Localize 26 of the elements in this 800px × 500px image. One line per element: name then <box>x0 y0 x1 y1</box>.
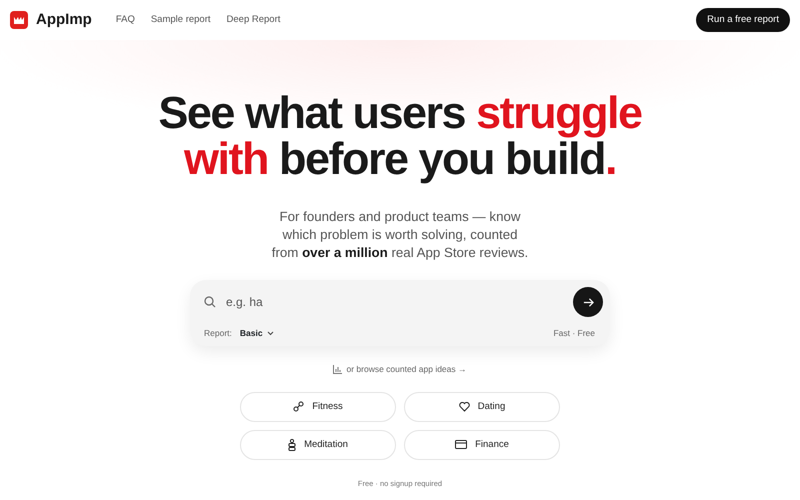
run-report-button[interactable]: Run a free report <box>696 8 790 32</box>
nav-link[interactable]: Sample report <box>150 12 211 28</box>
card-icon <box>455 440 468 450</box>
search-icon <box>204 296 216 308</box>
headline: with before you build. <box>184 136 616 182</box>
brand-name[interactable]: AppImp <box>36 8 92 32</box>
speed-price-note: Fast · Free <box>553 327 595 340</box>
search-field[interactable]: e.g. ha <box>224 292 524 312</box>
chart-icon <box>333 364 342 374</box>
category-chip[interactable]: Finance <box>404 430 560 460</box>
nav-link[interactable]: Deep Report <box>226 12 280 28</box>
browse-link[interactable]: or browse counted app ideas → <box>346 363 467 376</box>
subtitle: For founders and product teams — know which problem is worth solving, counted from over a million real App Store reviews. <box>270 208 530 262</box>
nav-link[interactable]: FAQ <box>116 12 135 28</box>
report-label: Report: <box>204 327 232 340</box>
submit-button[interactable] <box>573 287 603 317</box>
headline: See what users struggle <box>158 90 642 136</box>
logo-icon <box>10 11 28 29</box>
report-dropdown[interactable]: Basic <box>240 327 274 340</box>
figure-icon <box>288 438 296 451</box>
chevron-icon <box>266 331 274 336</box>
category-chip[interactable]: Dating <box>404 392 560 422</box>
category-chip[interactable]: Fitness <box>240 392 396 422</box>
category-chip[interactable]: Meditation <box>240 430 396 460</box>
heart-icon <box>458 402 470 412</box>
arrow-icon <box>582 297 594 308</box>
